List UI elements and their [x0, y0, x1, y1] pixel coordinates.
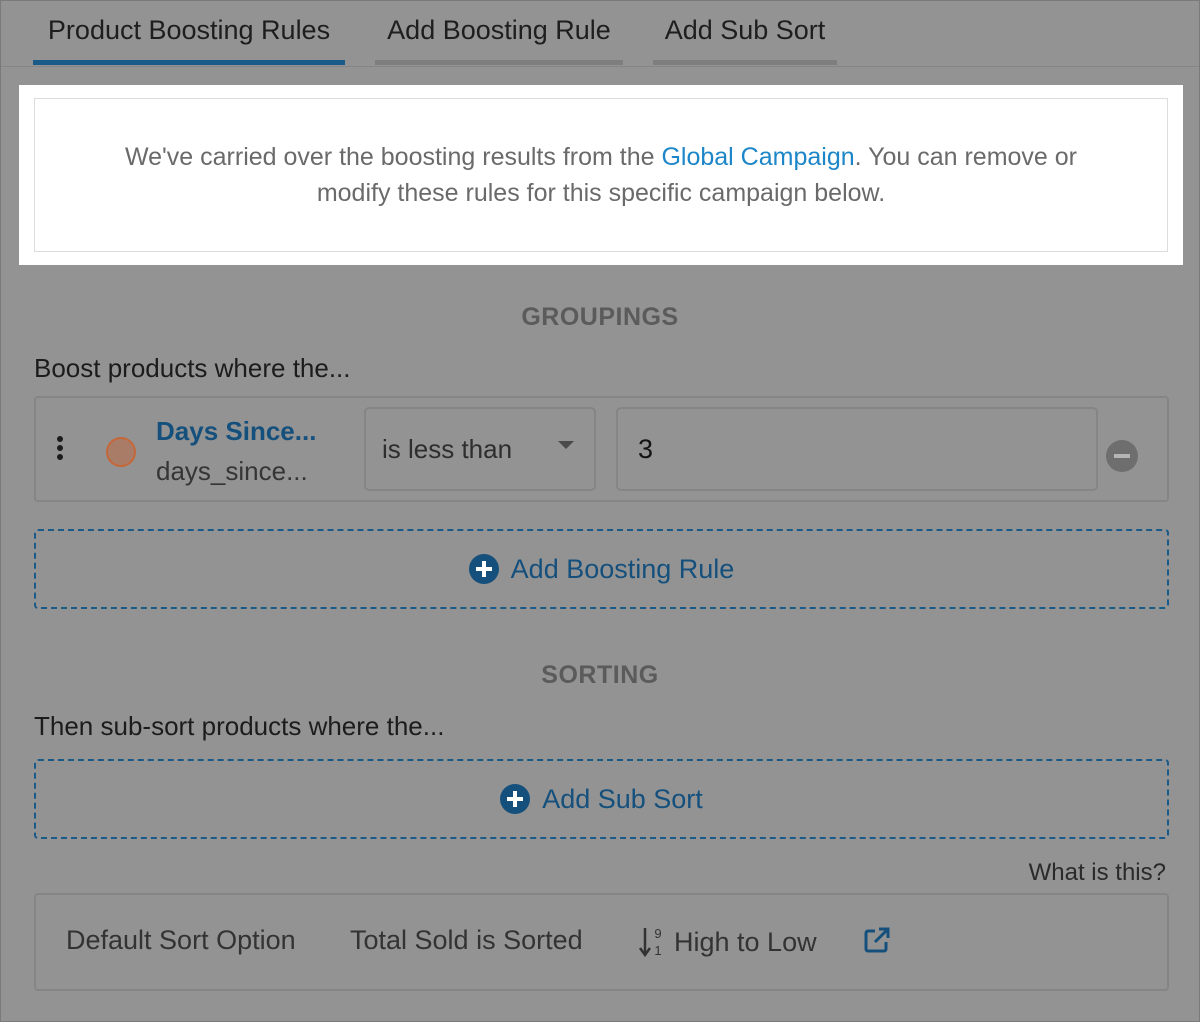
- svg-text:1: 1: [654, 943, 661, 958]
- plus-circle-icon: [500, 784, 531, 814]
- sort-order-label: High to Low: [674, 926, 817, 957]
- sorting-title: SORTING: [541, 661, 659, 689]
- tab-indicator: [33, 60, 345, 65]
- tab-bar: Product Boosting Rules Add Boosting Rule…: [1, 1, 1199, 67]
- rule-field-key: days_since...: [156, 456, 308, 486]
- default-sort-order: 9 1 High to Low: [638, 925, 817, 959]
- external-link-icon[interactable]: [862, 925, 892, 955]
- default-sort-row: Default Sort Option Total Sold is Sorted…: [34, 893, 1169, 991]
- notice-content: We've carried over the boosting results …: [34, 98, 1168, 252]
- add-boosting-rule-button[interactable]: Add Boosting Rule: [34, 529, 1169, 609]
- tab-label: Add Sub Sort: [664, 14, 826, 45]
- boosting-rule-row: Days Since... days_since... is less than: [34, 396, 1169, 502]
- tab-label: Product Boosting Rules: [47, 14, 331, 45]
- sorting-lead: Then sub-sort products where the...: [34, 711, 445, 741]
- add-boosting-rule-label: Add Boosting Rule: [510, 553, 735, 584]
- boosting-panel: Product Boosting Rules Add Boosting Rule…: [0, 0, 1200, 1022]
- what-is-this-link[interactable]: What is this?: [1029, 859, 1166, 887]
- tab-add-boosting-rule[interactable]: Add Boosting Rule: [375, 1, 623, 65]
- sort-numeric-desc-icon: 9 1: [638, 925, 668, 959]
- tab-indicator: [375, 60, 623, 65]
- plus-circle-icon: [468, 554, 499, 584]
- default-sort-value: Total Sold is Sorted: [350, 925, 583, 955]
- svg-text:9: 9: [654, 926, 661, 941]
- tab-product-boosting-rules[interactable]: Product Boosting Rules: [33, 1, 345, 65]
- notice-box: We've carried over the boosting results …: [19, 85, 1183, 265]
- tab-add-sub-sort[interactable]: Add Sub Sort: [653, 1, 837, 65]
- rule-value-input[interactable]: [616, 407, 1098, 491]
- operator-value: is less than: [382, 433, 513, 464]
- operator-select[interactable]: is less than: [364, 407, 596, 491]
- global-campaign-link[interactable]: Global Campaign: [661, 143, 854, 171]
- tab-label: Add Boosting Rule: [387, 14, 611, 45]
- remove-circle-icon[interactable]: [1106, 440, 1138, 472]
- notice-text-before: We've carried over the boosting results …: [124, 143, 662, 171]
- tab-indicator: [653, 60, 837, 65]
- caret-down-icon: [558, 441, 574, 449]
- rule-field-name[interactable]: Days Since...: [156, 416, 316, 447]
- rule-color-dot: [106, 437, 136, 467]
- add-sub-sort-button[interactable]: Add Sub Sort: [34, 759, 1169, 839]
- notice-text: We've carried over the boosting results …: [95, 139, 1107, 211]
- groupings-lead: Boost products where the...: [34, 353, 351, 383]
- default-sort-label: Default Sort Option: [66, 925, 296, 955]
- add-sub-sort-label: Add Sub Sort: [542, 783, 703, 814]
- drag-handle-icon[interactable]: [56, 436, 64, 460]
- groupings-title: GROUPINGS: [521, 303, 679, 331]
